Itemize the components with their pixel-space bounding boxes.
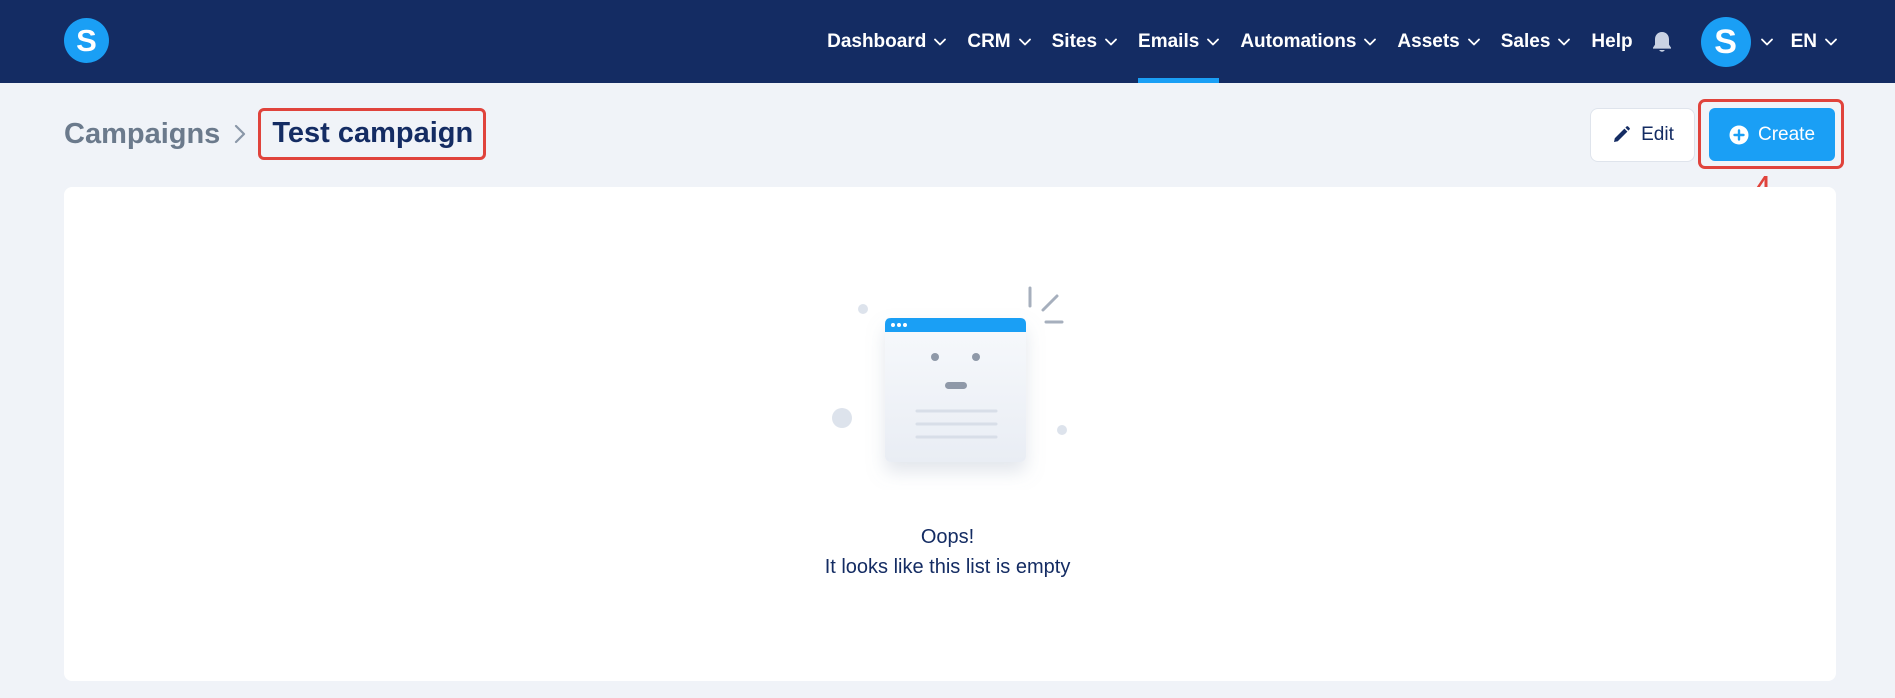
language-selector[interactable]: EN <box>1791 0 1837 83</box>
app-logo[interactable]: S <box>64 18 109 63</box>
chevron-down-icon <box>934 38 947 46</box>
empty-state-title: Oops! <box>920 526 975 548</box>
nav-item-label: Dashboard <box>827 30 927 52</box>
nav-item-help[interactable]: Help <box>1591 0 1632 83</box>
nav-item-label: CRM <box>967 30 1011 52</box>
empty-state-illustration <box>832 286 1067 462</box>
nav-item-sales[interactable]: Sales <box>1501 0 1571 83</box>
user-menu[interactable]: S <box>1700 0 1773 83</box>
nav-item-emails[interactable]: Emails <box>1138 0 1220 83</box>
breadcrumb: Campaigns Test campaign <box>64 107 487 161</box>
nav-item-assets[interactable]: Assets <box>1397 0 1480 83</box>
avatar: S <box>1700 16 1751 67</box>
bell-icon[interactable] <box>1651 0 1673 83</box>
create-button[interactable]: Create <box>1709 108 1835 161</box>
nav-item-sites[interactable]: Sites <box>1052 0 1117 83</box>
pencil-icon <box>1614 126 1631 142</box>
nav-item-label: Help <box>1591 30 1633 52</box>
top-navigation-bar: S Dashboard CRM Sites Emails Automations… <box>0 0 1895 83</box>
chevron-right-icon <box>234 124 246 144</box>
nav-item-label: Emails <box>1138 30 1200 52</box>
page-title: Test campaign <box>258 108 487 160</box>
nav-item-dashboard[interactable]: Dashboard <box>827 0 947 83</box>
chevron-down-icon <box>1467 38 1480 46</box>
edit-button[interactable]: Edit <box>1590 108 1695 162</box>
chevron-down-icon <box>1760 38 1773 46</box>
chevron-down-icon <box>1825 38 1837 46</box>
chevron-down-icon <box>1018 38 1031 46</box>
nav-item-label: Sites <box>1051 30 1098 52</box>
nav-item-label: Sales <box>1500 30 1551 52</box>
chevron-down-icon <box>1105 38 1117 46</box>
empty-state-subtitle: It looks like this list is empty <box>824 556 1071 578</box>
nav-item-automations[interactable]: Automations <box>1240 0 1377 83</box>
nav-item-label: Assets <box>1397 30 1460 52</box>
create-button-label: Create <box>1757 123 1816 145</box>
breadcrumb-campaigns-link[interactable]: Campaigns <box>64 118 220 151</box>
edit-button-label: Edit <box>1641 124 1674 145</box>
chevron-down-icon <box>1558 38 1571 46</box>
nav-item-crm[interactable]: CRM <box>967 0 1031 83</box>
nav-item-label: Automations <box>1240 30 1357 52</box>
plus-circle-icon <box>1729 125 1749 144</box>
language-label: EN <box>1790 30 1817 52</box>
main-nav: Dashboard CRM Sites Emails Automations A… <box>827 0 1837 83</box>
chevron-down-icon <box>1207 38 1220 46</box>
chevron-down-icon <box>1364 38 1377 46</box>
